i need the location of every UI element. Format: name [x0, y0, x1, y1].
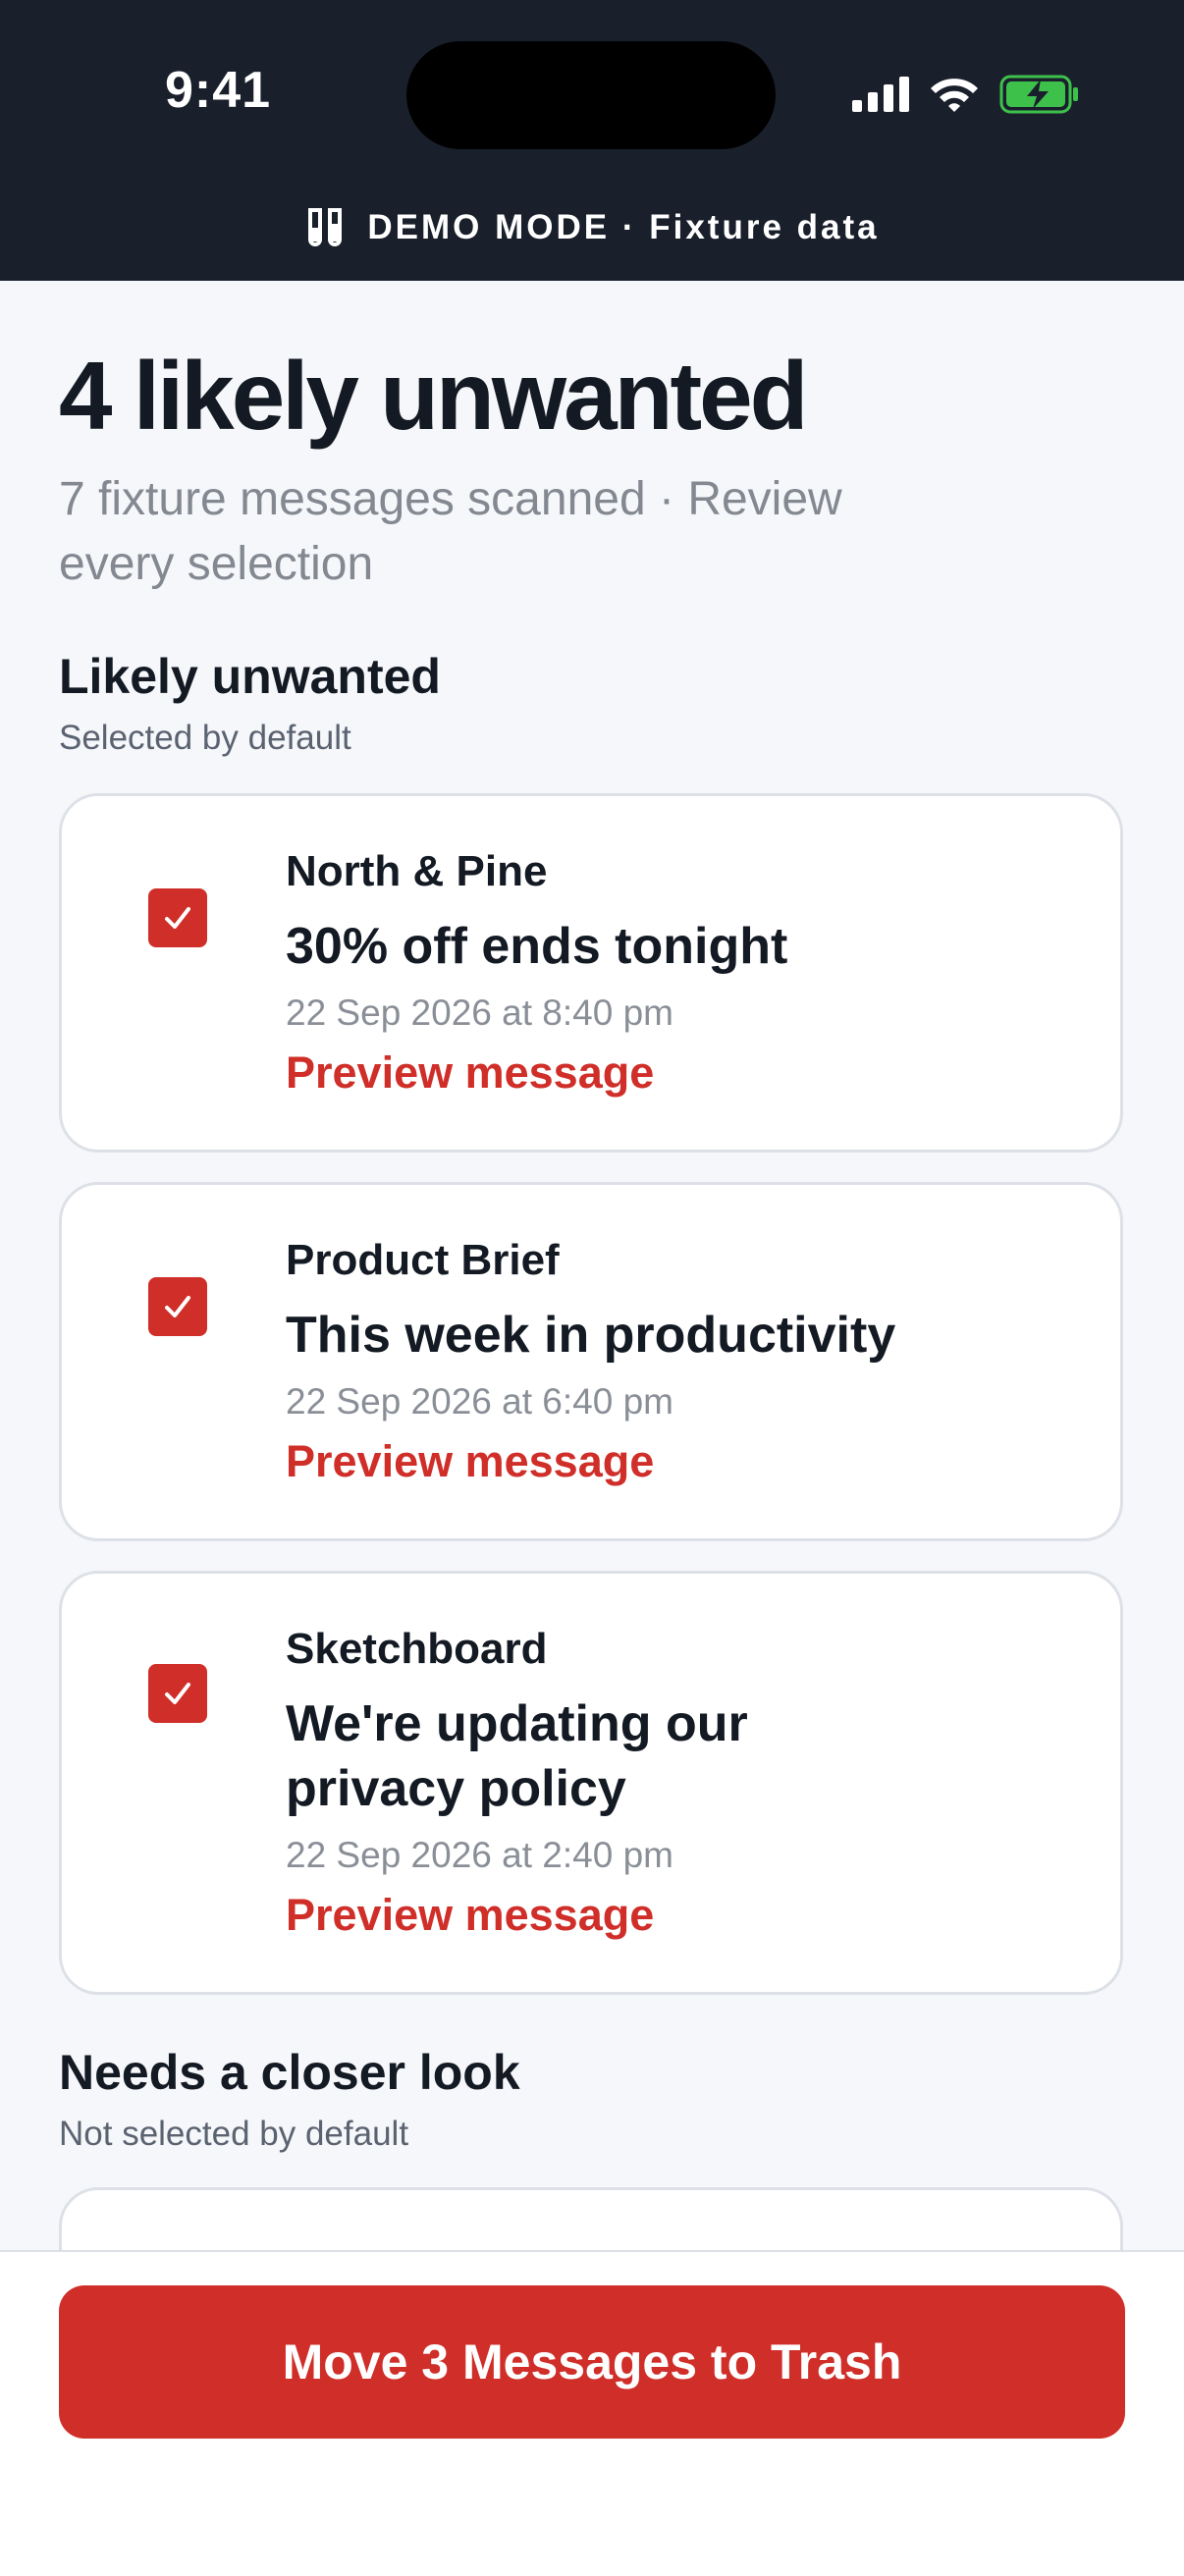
dynamic-island [406, 41, 776, 149]
message-checkbox[interactable] [148, 1277, 207, 1336]
top-header: 9:41 DEMO MODE · Fixture data [0, 0, 1184, 281]
message-sender: Product Brief [286, 1236, 560, 1284]
message-details: North & Pine 30% off ends tonight 22 Sep… [286, 847, 787, 1099]
preview-message-link[interactable]: Preview message [286, 1436, 895, 1487]
checkmark-icon [165, 1683, 190, 1704]
section-subtitle: Selected by default [59, 718, 351, 757]
message-card[interactable]: Sketchboard We're updating our privacy p… [59, 1571, 1123, 1995]
status-icons [852, 75, 1080, 114]
demo-banner: DEMO MODE · Fixture data [0, 206, 1184, 249]
message-checkbox[interactable] [148, 888, 207, 947]
message-subject: 30% off ends tonight [286, 918, 788, 975]
signal-icon [852, 77, 909, 112]
bottom-action-bar: Move 3 Messages to Trash [0, 2250, 1184, 2576]
message-subject: This week in productivity [286, 1307, 896, 1364]
message-sender: North & Pine [286, 847, 548, 895]
move-to-trash-button[interactable]: Move 3 Messages to Trash [59, 2285, 1125, 2439]
preview-message-link[interactable]: Preview message [286, 1047, 787, 1099]
wifi-icon [931, 79, 978, 112]
preview-message-link[interactable]: Preview message [286, 1890, 835, 1941]
main-content: 4 likely unwanted 7 fixture messages sca… [59, 281, 1125, 2325]
page-subtitle: 7 fixture messages scanned · Review ever… [59, 472, 842, 590]
checkmark-icon [165, 1296, 190, 1317]
section-subtitle: Not selected by default [59, 2115, 409, 2153]
message-date: 22 Sep 2026 at 6:40 pm [286, 1381, 673, 1422]
section-title: Needs a closer look [59, 2045, 520, 2100]
message-date: 22 Sep 2026 at 8:40 pm [286, 993, 673, 1033]
message-card[interactable]: Product Brief This week in productivity … [59, 1182, 1123, 1541]
message-sender: Sketchboard [286, 1625, 548, 1673]
status-time: 9:41 [165, 62, 272, 119]
section-closer-look-header: Needs a closer look Not selected by defa… [59, 2044, 520, 2154]
message-details: Sketchboard We're updating our privacy p… [286, 1625, 835, 1941]
message-details: Product Brief This week in productivity … [286, 1236, 895, 1487]
test-tubes-icon [308, 208, 343, 246]
battery-charging-icon [999, 75, 1078, 114]
section-title: Likely unwanted [59, 648, 441, 704]
demo-banner-text: DEMO MODE · Fixture data [367, 208, 880, 246]
message-checkbox[interactable] [148, 1664, 207, 1723]
section-likely-unwanted-header: Likely unwanted Selected by default [59, 648, 1125, 758]
page-title: 4 likely unwanted [59, 342, 808, 450]
message-card[interactable]: North & Pine 30% off ends tonight 22 Sep… [59, 793, 1123, 1153]
message-subject: We're updating our privacy policy [286, 1695, 748, 1817]
message-date: 22 Sep 2026 at 2:40 pm [286, 1835, 673, 1875]
checkmark-icon [165, 907, 190, 929]
